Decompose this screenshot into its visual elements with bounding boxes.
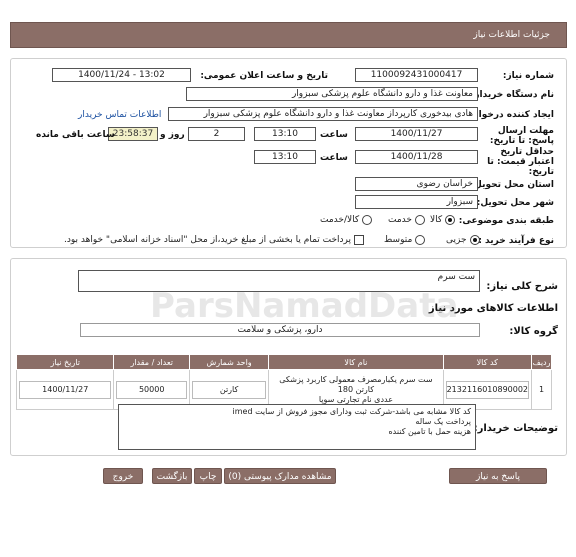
process-radio-minor[interactable]: [469, 235, 480, 245]
creator-field: هادی بیدخوری کارپرداز معاونت غذا و دارو …: [168, 107, 478, 121]
treasury-payment-checkbox[interactable]: [354, 235, 365, 245]
announce-field: 1400/11/24 - 13:02: [52, 68, 191, 82]
process-radio-medium[interactable]: [415, 235, 426, 245]
col-date: تاریخ نیاز: [15, 354, 115, 370]
category-option-goods[interactable]: کالا: [430, 215, 456, 225]
category-radio-goods[interactable]: [445, 215, 456, 225]
need-number-field: 1100092431000417: [355, 68, 478, 82]
buyer-label: نام دستگاه خریدار:: [470, 90, 554, 100]
col-unit: واحد شمارش: [188, 354, 270, 370]
goods-section-title: اطلاعات کالاهای مورد نیاز: [428, 303, 558, 314]
price-time-label: ساعت: [320, 153, 348, 163]
buyer-field: معاونت غذا و دارو دانشگاه علوم پزشکی سبز…: [186, 87, 478, 101]
col-qty: تعداد / مقدار: [113, 354, 190, 370]
process-option-medium[interactable]: متوسط: [384, 235, 426, 245]
send-time-field: 13:10: [254, 127, 316, 141]
process-label: نوع فرآیند خرید :: [478, 236, 554, 246]
goods-table: ردیف کد کالا نام کالا واحد شمارش تعداد /…: [15, 354, 552, 410]
send-date-field: 1400/11/27: [355, 127, 478, 141]
days-field: 2: [188, 127, 245, 141]
buyer-notes-line3: هزینه حمل با تامین کننده: [388, 427, 471, 436]
exit-button[interactable]: خروج: [103, 468, 143, 484]
summary-field: ست سرم: [78, 270, 480, 292]
buyer-notes-line2: پرداخت یک ساله: [415, 417, 471, 426]
col-name: نام کالا: [268, 354, 444, 370]
remaining-label: ساعت باقی مانده: [36, 130, 115, 140]
category-radio-both[interactable]: [362, 215, 373, 225]
announce-label: تاریخ و ساعت اعلان عمومی:: [200, 71, 328, 81]
buyer-notes-box: کد کالا مشابه می باشد-شرکت ثبت ودارای مج…: [118, 404, 476, 450]
treasury-payment-option[interactable]: پرداخت تمام یا بخشی از مبلغ خرید،از محل …: [64, 235, 365, 245]
need-number-label: شماره نیاز:: [502, 71, 554, 81]
goods-group-label: گروه کالا:: [509, 326, 558, 337]
send-deadline-label: مهلت ارسال پاسخ: تا تاریخ:: [489, 126, 554, 146]
process-option-minor[interactable]: جزیی: [446, 235, 480, 245]
buyer-notes-label: توضیحات خریدار:: [473, 423, 558, 434]
summary-label: شرح کلی نیاز:: [486, 281, 558, 292]
category-radio-service[interactable]: [414, 215, 425, 225]
cell-index: 1: [531, 369, 552, 410]
page-title: جزئیات اطلاعات نیاز: [473, 30, 550, 40]
back-button[interactable]: بازگشت: [152, 468, 192, 484]
buyer-notes-line1: کد کالا مشابه می باشد-شرکت ثبت ودارای مج…: [232, 407, 471, 416]
price-validity-label: حداقل تاریخ اعتبار قیمت: تا تاریخ:: [487, 147, 554, 177]
col-index: ردیف: [531, 354, 552, 370]
attachments-button[interactable]: مشاهده مدارک پیوستی (0): [224, 468, 336, 484]
category-option-service[interactable]: خدمت: [388, 215, 425, 225]
province-field: خراسان رضوی: [355, 177, 478, 191]
days-label: روز و: [160, 130, 185, 140]
cell-date: 1400/11/27: [15, 369, 115, 410]
goods-table-wrap: ردیف کد کالا نام کالا واحد شمارش تعداد /…: [15, 354, 552, 410]
city-label: شهر محل تحویل:: [476, 198, 554, 208]
remaining-timer: 23:58:37: [108, 127, 158, 141]
contact-buyer-link[interactable]: اطلاعات تماس خریدار: [78, 110, 161, 120]
page-header: جزئیات اطلاعات نیاز: [10, 22, 567, 48]
price-time-field: 13:10: [254, 150, 316, 164]
category-option-both[interactable]: کالا/خدمت: [320, 215, 373, 225]
province-label: استان محل تحویل:: [470, 180, 554, 190]
category-label: طبقه بندی موضوعی:: [458, 216, 554, 226]
city-field: سبزوار: [355, 195, 478, 209]
goods-group-field: دارو، پزشکی و سلامت: [80, 323, 480, 337]
print-button[interactable]: چاپ: [194, 468, 222, 484]
col-code: کد کالا: [442, 354, 533, 370]
reply-button[interactable]: پاسخ به نیاز: [449, 468, 547, 484]
send-time-label: ساعت: [320, 130, 348, 140]
price-date-field: 1400/11/28: [355, 150, 478, 164]
